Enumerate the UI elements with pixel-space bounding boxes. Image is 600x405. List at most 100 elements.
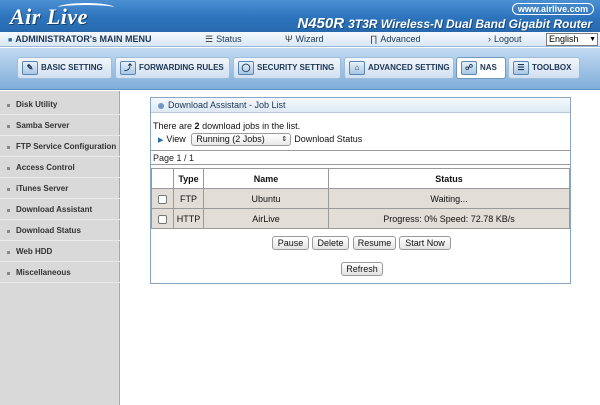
menu-wizard-label: Wizard <box>295 34 324 44</box>
wizard-icon: Ψ <box>285 34 293 44</box>
tab-forwarding-rules-label: FORWARDING RULES <box>139 63 224 72</box>
menu-logout[interactable]: › Logout <box>488 32 522 47</box>
chevron-down-icon: ▼ <box>589 36 596 43</box>
sidebar-item-label: Disk Utility <box>16 100 58 109</box>
menu-advanced[interactable]: ∏ Advanced <box>370 32 420 47</box>
admin-main-menu-label: ADMINISTRATOR's MAIN MENU <box>15 34 152 44</box>
tab-strip: ✎ BASIC SETTING ⤴ FORWARDING RULES ◯ SECURI… <box>0 48 600 90</box>
table-header-row: Type Name Status <box>151 168 570 189</box>
job-table: Type Name Status FTP Ubuntu Waiting... H… <box>151 168 570 229</box>
column-header-name: Name <box>203 168 329 189</box>
column-header-status: Status <box>328 168 570 189</box>
bullet-icon <box>7 104 10 107</box>
view-filter-value: Running (2 Jobs) <box>196 134 265 144</box>
logo-swoosh <box>58 3 114 12</box>
sidebar-item-label: FTP Service Configuration <box>16 142 117 151</box>
page-indicator: Page 1 / 1 <box>151 150 570 165</box>
job-type: HTTP <box>173 208 204 229</box>
job-status: Waiting... <box>328 188 570 209</box>
panel-title-bar: Download Assistant - Job List <box>151 98 570 113</box>
panel-title: Download Assistant - Job List <box>168 100 286 110</box>
advanced-setting-icon: ⌂ <box>349 60 365 75</box>
menu-status[interactable]: ☰ Status <box>205 32 242 47</box>
sidebar-item-label: Samba Server <box>16 121 70 130</box>
bullet-icon <box>7 272 10 275</box>
row-checkbox[interactable] <box>158 214 167 224</box>
select-arrows-icon: ⇕ <box>281 136 288 143</box>
job-count-prefix: There are <box>153 121 193 131</box>
bullet-icon <box>7 251 10 254</box>
tab-nas-label: NAS <box>480 63 497 72</box>
triangle-right-icon: ▶ <box>158 137 164 144</box>
top-header: Air Live www.airlive.com N450R 3T3R Wirel… <box>0 0 600 32</box>
menu-logout-label: Logout <box>494 34 522 44</box>
sidebar-item-samba-server[interactable]: Samba Server <box>0 116 120 136</box>
sidebar-item-label: Access Control <box>16 163 75 172</box>
job-count-suffix: download jobs in the list. <box>202 121 301 131</box>
menu-bullet-icon: ■ <box>8 37 13 44</box>
sidebar-item-web-hdd[interactable]: Web HDD <box>0 242 120 262</box>
sidebar-item-access-control[interactable]: Access Control <box>0 158 120 178</box>
sidebar-item-disk-utility[interactable]: Disk Utility <box>0 95 120 115</box>
view-filter-row: ▶ View Running (2 Jobs) ⇕ Download Status <box>158 133 362 146</box>
status-icon: ☰ <box>205 34 214 44</box>
job-count-text: There are 2 download jobs in the list. <box>153 121 300 131</box>
view-filter-select[interactable]: Running (2 Jobs) ⇕ <box>191 133 292 146</box>
sidebar-item-ftp-service-configuration[interactable]: FTP Service Configuration <box>0 137 120 157</box>
language-select-value: English <box>549 34 579 44</box>
view-label: View <box>166 134 186 144</box>
sidebar-item-download-status[interactable]: Download Status <box>0 221 120 241</box>
sidebar-item-itunes-server[interactable]: iTunes Server <box>0 179 120 199</box>
logout-arrow-icon: › <box>488 34 491 44</box>
tab-security-setting[interactable]: ◯ SECURITY SETTING <box>233 57 341 79</box>
menu-status-label: Status <box>216 34 242 44</box>
bullet-icon <box>7 209 10 212</box>
bullet-icon <box>7 230 10 233</box>
tab-nas[interactable]: ☍ NAS <box>456 57 506 79</box>
sidebar-item-label: Download Assistant <box>16 205 93 214</box>
sidebar-item-label: Miscellaneous <box>16 268 71 277</box>
bullet-icon <box>7 167 10 170</box>
security-setting-icon: ◯ <box>238 60 254 75</box>
tab-forwarding-rules[interactable]: ⤴ FORWARDING RULES <box>115 57 230 79</box>
tab-advanced-setting[interactable]: ⌂ ADVANCED SETTING <box>344 57 454 79</box>
sidebar-item-label: iTunes Server <box>16 184 69 193</box>
row-checkbox[interactable] <box>158 194 167 204</box>
row-select-cell <box>151 188 174 209</box>
site-url-badge[interactable]: www.airlive.com <box>512 3 594 15</box>
pause-button[interactable]: Pause <box>272 236 309 250</box>
menu-advanced-label: Advanced <box>380 34 421 44</box>
sidebar-item-miscellaneous[interactable]: Miscellaneous <box>0 263 120 283</box>
basic-setting-icon: ✎ <box>22 60 38 75</box>
product-title: N450R 3T3R Wireless-N Dual Band Gigabit R… <box>297 15 592 32</box>
tab-basic-setting[interactable]: ✎ BASIC SETTING <box>17 57 112 79</box>
select-column-header <box>151 168 174 189</box>
tab-toolbox[interactable]: ☰ TOOLBOX <box>508 57 580 79</box>
table-row: HTTP AirLive Progress: 0% Speed: 72.78 K… <box>151 208 570 229</box>
start-now-button[interactable]: Start Now <box>399 236 451 250</box>
menu-wizard[interactable]: Ψ Wizard <box>285 32 324 47</box>
tab-security-setting-label: SECURITY SETTING <box>257 63 335 72</box>
main-menu-bar: ■ ADMINISTRATOR's MAIN MENU ☰ Status Ψ Wiza… <box>0 32 600 47</box>
product-model: N450R <box>297 15 345 32</box>
row-select-cell <box>151 208 174 229</box>
job-list-panel: Download Assistant - Job List There are … <box>150 97 571 284</box>
toolbox-icon: ☰ <box>513 60 529 75</box>
bullet-icon <box>7 188 10 191</box>
job-name: Ubuntu <box>203 188 329 209</box>
bullet-icon <box>7 125 10 128</box>
tab-toolbox-label: TOOLBOX <box>532 63 572 72</box>
sidebar: Disk Utility Samba Server FTP Service Co… <box>0 91 120 405</box>
tab-basic-setting-label: BASIC SETTING <box>41 63 103 72</box>
job-type: FTP <box>173 188 204 209</box>
sidebar-item-label: Download Status <box>16 226 81 235</box>
refresh-button[interactable]: Refresh <box>341 262 383 276</box>
product-description: 3T3R Wireless-N Dual Band Gigabit Router <box>348 17 592 31</box>
panel-bullet-icon <box>158 102 164 109</box>
resume-button[interactable]: Resume <box>353 236 396 250</box>
job-count-value: 2 <box>194 121 200 131</box>
language-select[interactable]: English ▼ <box>546 33 598 46</box>
sidebar-item-download-assistant[interactable]: Download Assistant <box>0 200 120 220</box>
column-header-type: Type <box>173 168 204 189</box>
delete-button[interactable]: Delete <box>312 236 349 250</box>
